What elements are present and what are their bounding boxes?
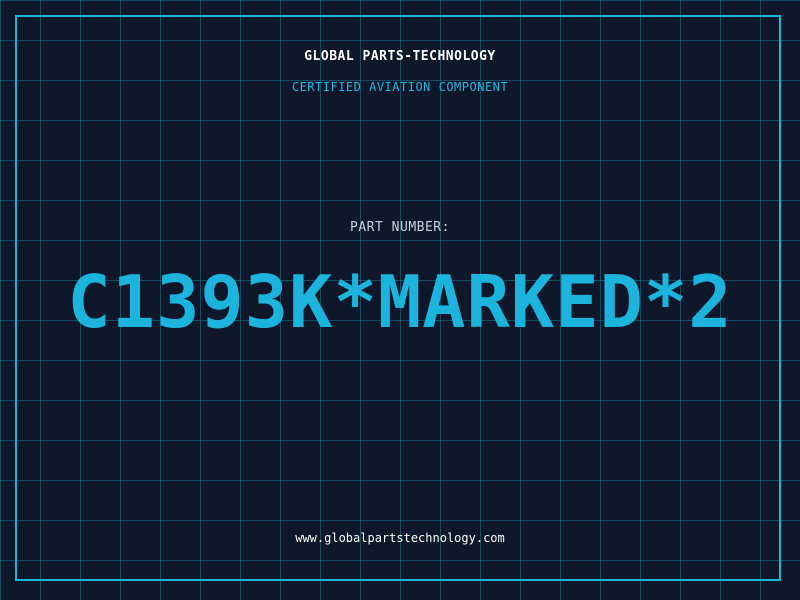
website-url: www.globalpartstechnology.com <box>295 531 505 545</box>
company-name: GLOBAL PARTS-TECHNOLOGY <box>304 49 496 64</box>
part-number-label: PART NUMBER: <box>350 220 450 235</box>
part-number-value: C1393K*MARKED*2 <box>67 260 733 344</box>
certification-subtitle: CERTIFIED AVIATION COMPONENT <box>291 80 509 94</box>
label-canvas: GLOBAL PARTS-TECHNOLOGY CERTIFIED AVIATI… <box>0 0 800 600</box>
